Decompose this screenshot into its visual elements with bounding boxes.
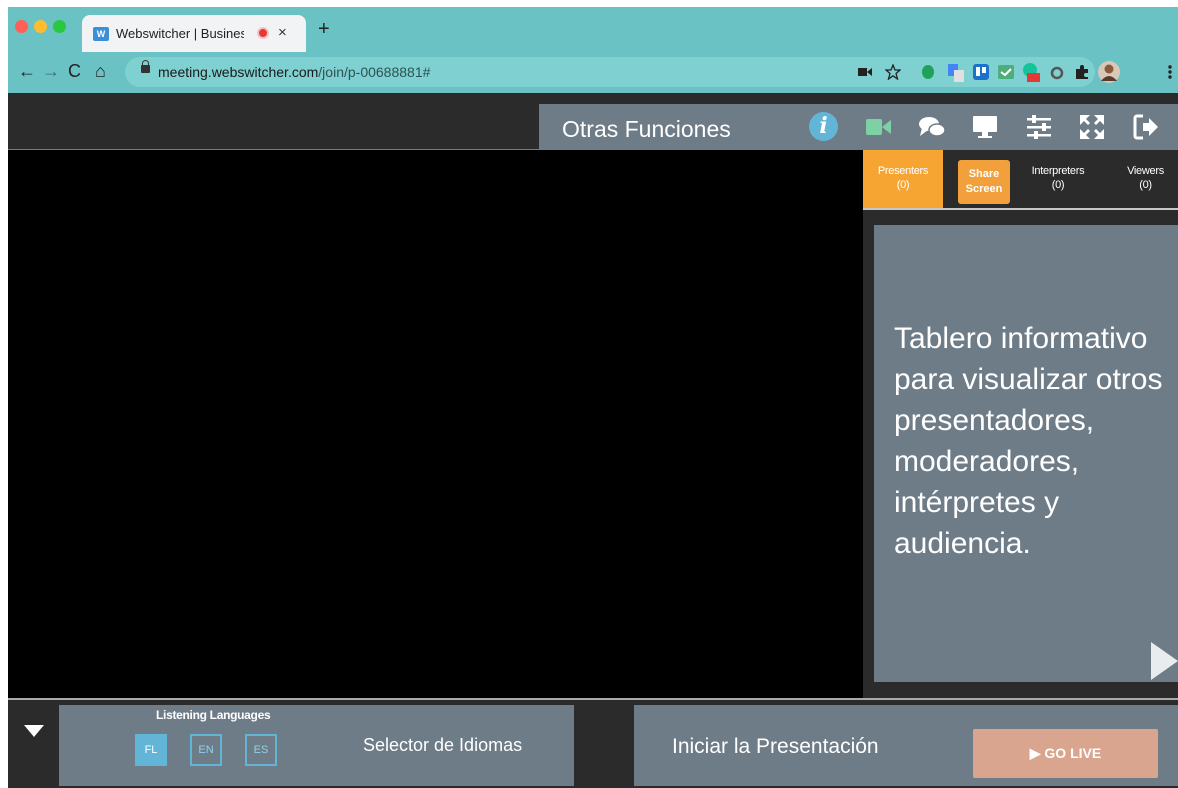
share-screen-button[interactable]: Share Screen — [958, 160, 1010, 204]
close-tab-icon[interactable]: × — [278, 24, 287, 41]
tab-viewers-label: Viewers — [1127, 165, 1164, 177]
functions-toolbar: Otras Funciones i — [539, 104, 1178, 150]
close-window-button[interactable] — [15, 20, 28, 33]
app-top-bar: Otras Funciones i — [8, 93, 1178, 150]
url-text: meeting.webswitcher.com/join/p-00688881# — [158, 64, 430, 80]
go-live-button[interactable]: ▶ GO LIVE — [973, 729, 1158, 778]
functions-label: Otras Funciones — [562, 116, 731, 142]
evernote-extension-icon[interactable] — [921, 65, 935, 81]
info-icon[interactable]: i — [809, 112, 838, 141]
webswitcher-favicon-icon: W — [93, 27, 109, 41]
bookmark-star-icon[interactable] — [885, 64, 901, 80]
grammarly-extension-icon[interactable] — [1022, 62, 1040, 82]
minimize-window-button[interactable] — [34, 20, 47, 33]
monitor-icon[interactable] — [970, 112, 1000, 142]
translate-extension-icon[interactable] — [948, 64, 964, 82]
camera-indicator-icon[interactable] — [858, 67, 872, 77]
play-arrow-icon[interactable] — [1151, 642, 1178, 680]
info-board-text: Tablero informativo para visualizar otro… — [894, 322, 1163, 560]
inbox-extension-icon[interactable] — [998, 65, 1014, 79]
browser-toolbar: ← → C ⌂ meeting.webswitcher.com/join/p-0… — [8, 52, 1178, 133]
listening-languages-title: Listening Languages — [156, 708, 271, 722]
maximize-window-button[interactable] — [53, 20, 66, 33]
language-selector-panel: Listening Languages FL EN ES Selector de… — [59, 705, 574, 786]
exit-icon[interactable] — [1131, 112, 1161, 142]
lang-button-en[interactable]: EN — [190, 734, 222, 766]
url-host: meeting.webswitcher.com — [158, 64, 319, 80]
participants-tabs: Presenters (0) Share Screen Interpreters… — [863, 150, 1178, 210]
url-path: /join/p-00688881# — [318, 64, 431, 80]
tab-interpreters-count: (0) — [1051, 179, 1065, 191]
language-selector-label: Selector de Idiomas — [363, 735, 523, 755]
info-board: Tablero informativo para visualizar otro… — [874, 225, 1178, 682]
forward-button[interactable]: → — [42, 61, 60, 81]
recording-icon — [257, 27, 269, 39]
tab-presenters-count: (0) — [896, 179, 910, 191]
tab-strip: W Webswitcher | Business Vi × + — [8, 7, 1178, 52]
tab-presenters-label: Presenters — [877, 165, 929, 177]
profile-avatar-icon[interactable] — [1098, 61, 1120, 83]
browser-tab[interactable]: W Webswitcher | Business Vi × — [82, 15, 306, 52]
lang-button-es[interactable]: ES — [245, 734, 277, 766]
start-presentation-label: Iniciar la Presentación — [672, 735, 879, 758]
tab-title: Webswitcher | Business Vi — [116, 26, 244, 41]
back-button[interactable]: ← — [18, 61, 36, 81]
home-button[interactable]: ⌂ — [95, 61, 106, 81]
lang-button-fl[interactable]: FL — [135, 734, 167, 766]
new-tab-button[interactable]: + — [318, 19, 330, 39]
tab-presenters[interactable]: Presenters (0) — [863, 150, 943, 208]
trello-extension-icon[interactable] — [973, 64, 989, 80]
chat-icon[interactable] — [917, 112, 947, 142]
tab-interpreters[interactable]: Interpreters (0) — [1013, 150, 1103, 208]
browser-window: W Webswitcher | Business Vi × + ← → C ⌂ … — [8, 7, 1178, 788]
ring-extension-icon[interactable] — [1050, 66, 1064, 80]
sliders-icon[interactable] — [1024, 112, 1054, 142]
tab-viewers-count: (0) — [1139, 179, 1152, 191]
video-camera-icon[interactable] — [864, 112, 894, 142]
fullscreen-icon[interactable] — [1077, 112, 1107, 142]
puzzle-extensions-icon[interactable] — [1074, 64, 1090, 80]
video-stage — [8, 150, 863, 698]
reload-button[interactable]: C — [68, 61, 81, 81]
presentation-panel: Iniciar la Presentación ▶ GO LIVE — [634, 705, 1178, 786]
participants-panel: Presenters (0) Share Screen Interpreters… — [863, 150, 1178, 698]
tab-interpreters-label: Interpreters — [1031, 165, 1085, 177]
bottom-bar: Listening Languages FL EN ES Selector de… — [8, 698, 1178, 788]
collapse-down-icon[interactable] — [24, 725, 44, 737]
chrome-menu-icon[interactable] — [1167, 64, 1173, 80]
tab-viewers[interactable]: Viewers (0) — [1118, 150, 1173, 208]
lock-icon[interactable] — [141, 60, 150, 73]
